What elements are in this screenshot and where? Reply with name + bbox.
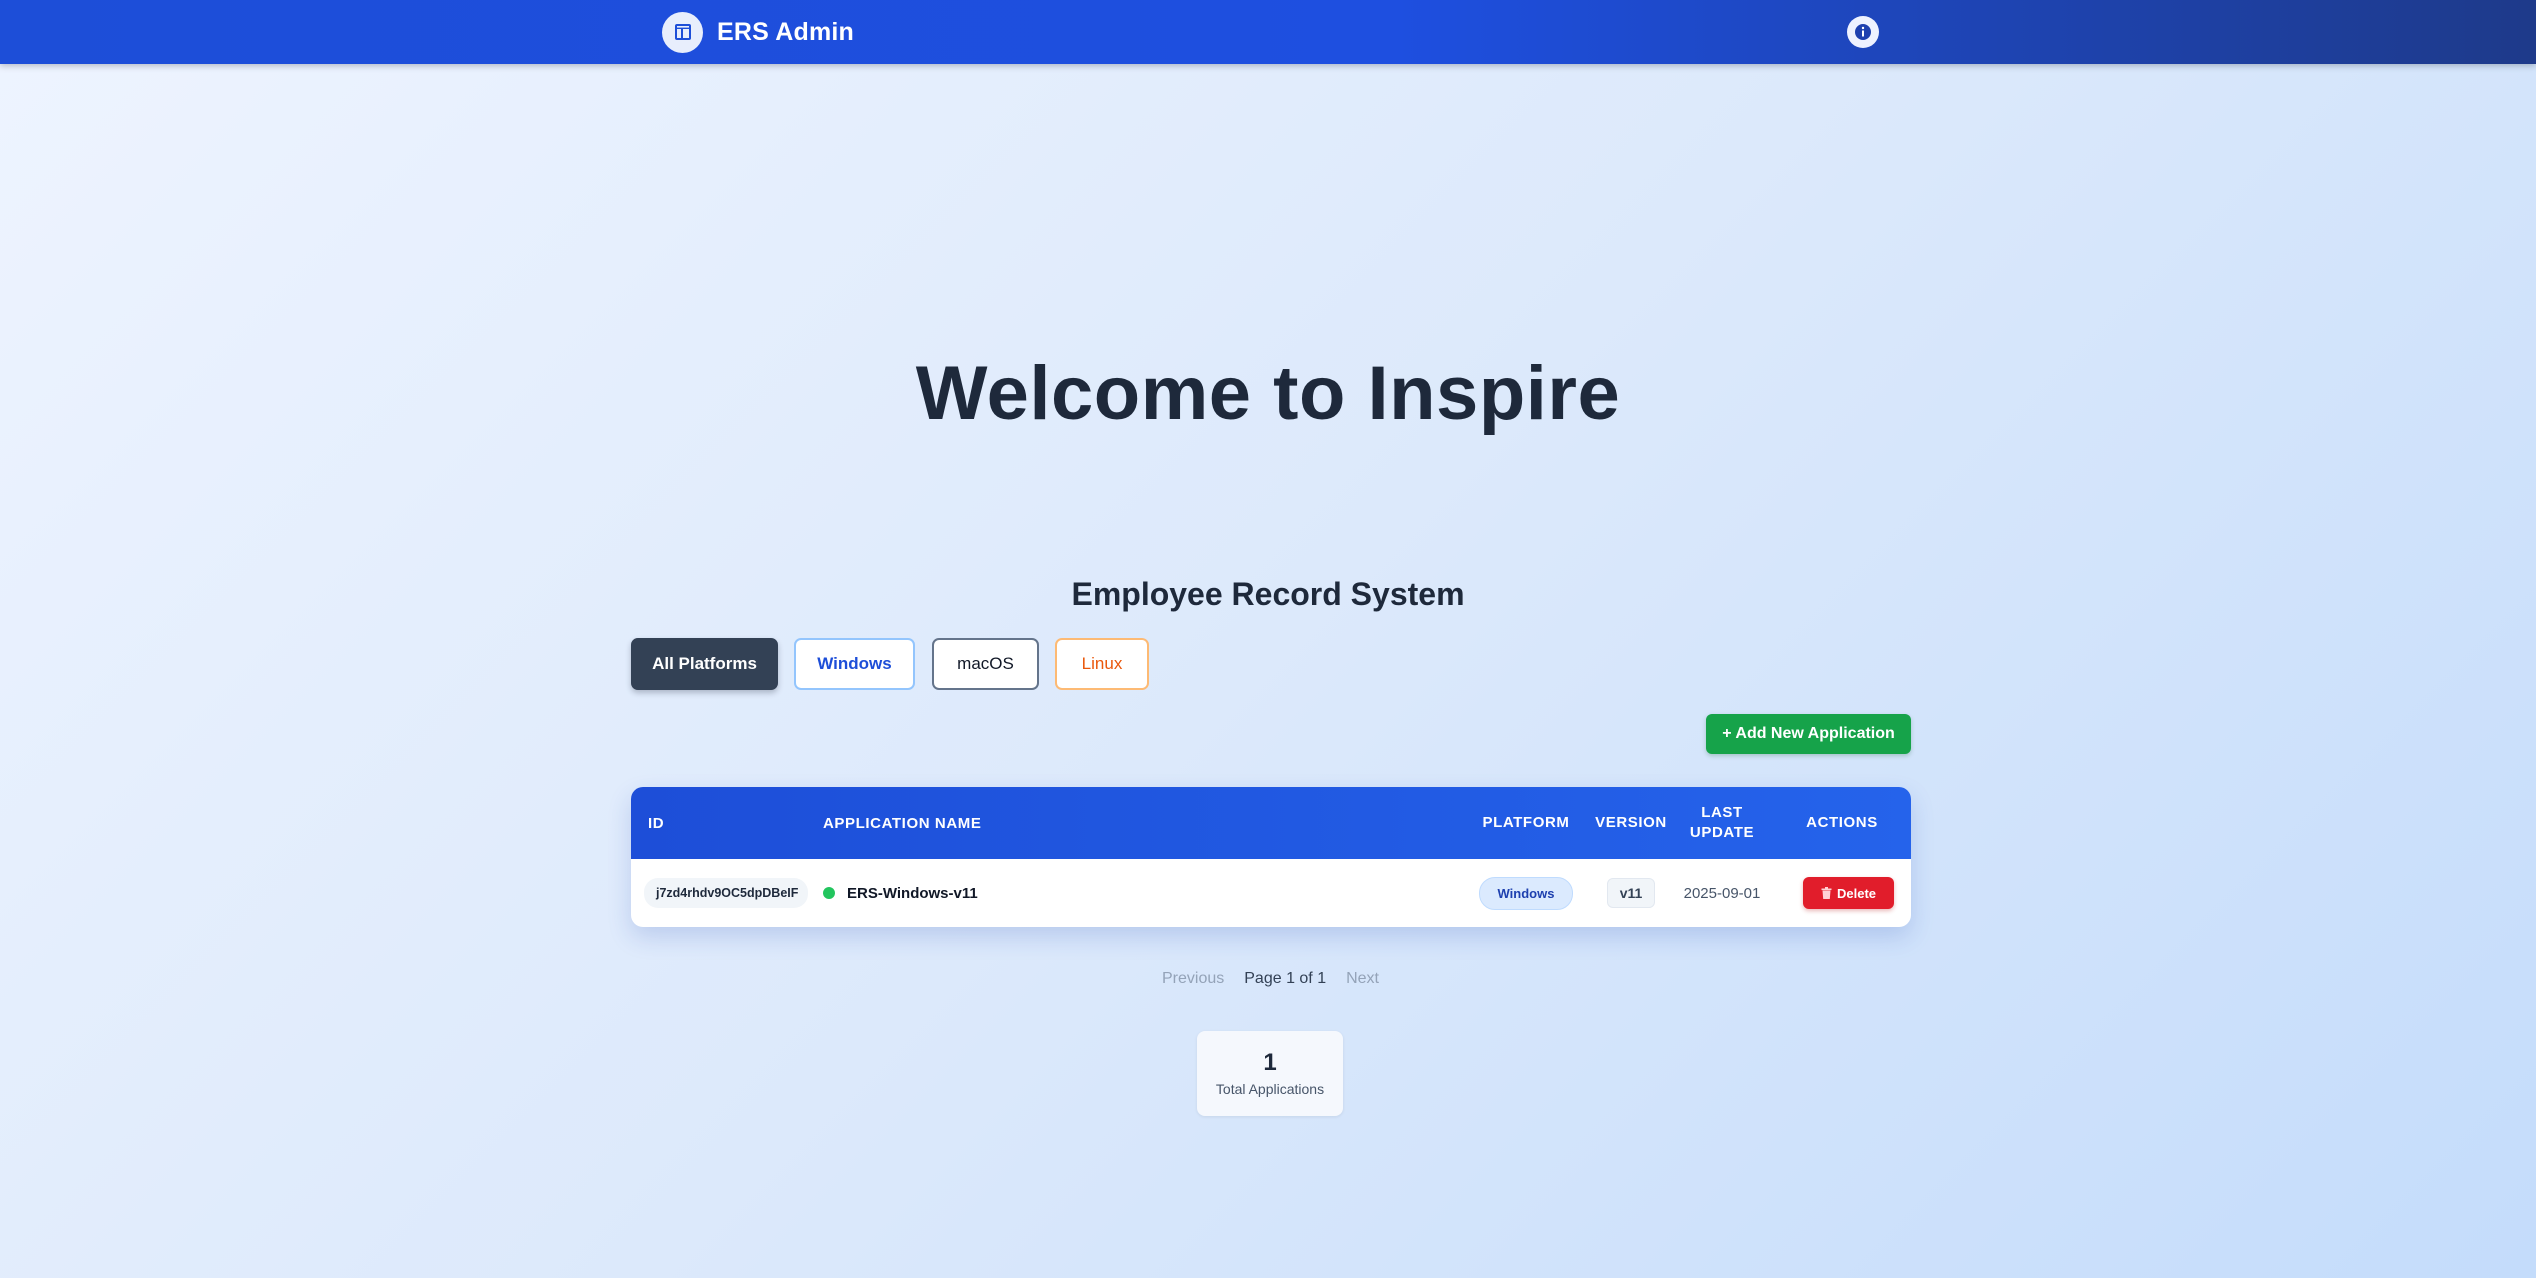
layout-icon <box>662 11 703 53</box>
total-applications-card: 1 Total Applications <box>1197 1031 1343 1116</box>
platform-badge: Windows <box>1478 876 1574 910</box>
pagination: Previous Page 1 of 1 Next <box>1162 967 1379 991</box>
column-header-id: ID <box>648 814 665 832</box>
hero-title: Welcome to Inspire <box>915 351 1621 436</box>
add-application-button[interactable]: + Add New Application <box>1706 714 1911 754</box>
filter-macos[interactable]: macOS <box>932 638 1039 690</box>
column-header-application-name: APPLICATION NAME <box>823 814 982 832</box>
column-header-platform: PLATFORM <box>1482 813 1570 831</box>
app-title: ERS Admin <box>717 17 854 46</box>
info-icon <box>1855 24 1871 40</box>
column-header-last-update: LAST UPDATE <box>1689 803 1755 841</box>
table-row: j7zd4rhdv9OC5dpDBeIF ERS-Windows-v11 Win… <box>631 859 1911 927</box>
page-indicator: Page 1 of 1 <box>1244 970 1327 987</box>
total-applications-value: 1 <box>1263 1049 1277 1076</box>
version-badge: v11 <box>1606 878 1656 908</box>
section-title: Employee Record System <box>1071 576 1465 612</box>
delete-button-label: Delete <box>1836 885 1877 901</box>
row-application-name: ERS-Windows-v11 <box>847 884 978 902</box>
row-id: j7zd4rhdv9OC5dpDBeIF <box>644 878 809 908</box>
brand[interactable]: ERS Admin <box>662 11 854 53</box>
filter-linux[interactable]: Linux <box>1055 638 1149 690</box>
filter-all-platforms[interactable]: All Platforms <box>631 638 778 690</box>
filter-windows[interactable]: Windows <box>794 638 915 690</box>
row-last-update: 2025-09-01 <box>1683 884 1761 902</box>
top-navbar: ERS Admin <box>0 0 2536 64</box>
delete-button[interactable]: Delete <box>1803 877 1894 909</box>
column-header-actions: ACTIONS <box>1806 813 1878 831</box>
total-applications-label: Total Applications <box>1215 1081 1325 1097</box>
info-button[interactable] <box>1847 16 1879 48</box>
column-header-version: VERSION <box>1595 813 1667 831</box>
applications-table: ID APPLICATION NAME PLATFORM VERSION LAS… <box>631 787 1911 927</box>
next-page-button[interactable]: Next <box>1346 970 1379 988</box>
trash-icon <box>1821 887 1832 899</box>
status-dot-icon <box>823 887 835 899</box>
previous-page-button[interactable]: Previous <box>1162 970 1224 988</box>
table-header: ID APPLICATION NAME PLATFORM VERSION LAS… <box>631 787 1911 859</box>
